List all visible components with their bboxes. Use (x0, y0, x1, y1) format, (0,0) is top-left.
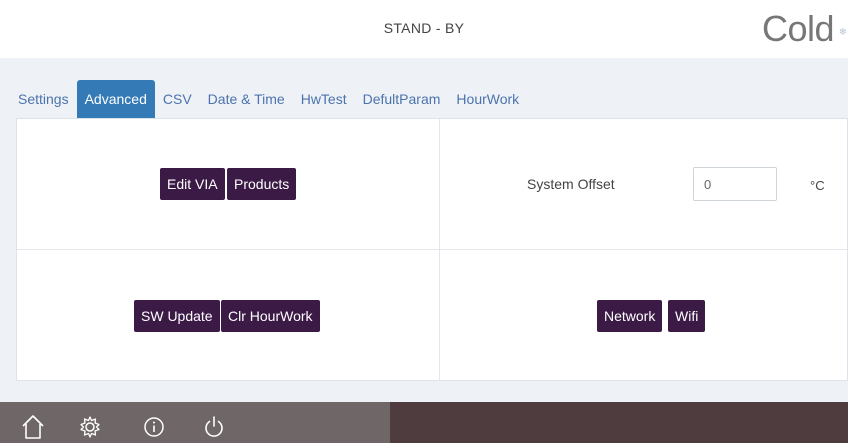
temperature-unit: °C (810, 178, 825, 193)
header-bar: STAND - BY Cold ❄ (0, 0, 848, 58)
grid-divider-horizontal (17, 249, 847, 250)
mode-indicator: Cold (761, 8, 835, 49)
edit-via-button[interactable]: Edit VIA (160, 168, 225, 200)
advanced-content: Edit VIA Products System Offset °C SW Up… (16, 118, 848, 381)
sw-update-button[interactable]: SW Update (134, 300, 220, 332)
tab-hwtest[interactable]: HwTest (293, 80, 355, 118)
info-icon[interactable] (142, 414, 166, 440)
home-icon[interactable] (21, 414, 45, 440)
snowflake-icon: ❄ (838, 27, 847, 38)
status-text: STAND - BY (383, 20, 465, 36)
tab-defultparam[interactable]: DefultParam (355, 80, 449, 118)
tab-settings[interactable]: Settings (10, 80, 77, 118)
tab-bar: Settings Advanced CSV Date & Time HwTest… (10, 80, 527, 118)
tab-advanced[interactable]: Advanced (76, 80, 155, 118)
footer-bar (0, 402, 848, 443)
settings-icon[interactable] (78, 414, 102, 440)
system-offset-input[interactable] (693, 167, 777, 201)
footer-status-area (390, 402, 848, 443)
products-button[interactable]: Products (227, 168, 297, 200)
tab-date-time[interactable]: Date & Time (200, 80, 293, 118)
clr-hourwork-button[interactable]: Clr HourWork (221, 300, 320, 332)
wifi-button[interactable]: Wifi (668, 300, 706, 332)
network-button[interactable]: Network (597, 300, 663, 332)
tab-csv[interactable]: CSV (155, 80, 200, 118)
power-icon[interactable] (202, 414, 226, 440)
tab-hourwork[interactable]: HourWork (448, 80, 527, 118)
system-offset-label: System Offset (527, 176, 615, 192)
main-panel: Settings Advanced CSV Date & Time HwTest… (0, 58, 848, 402)
